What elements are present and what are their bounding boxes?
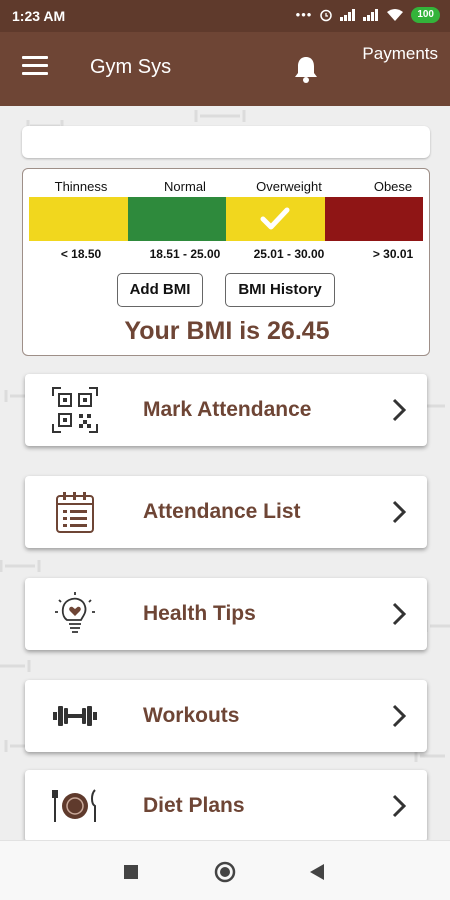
menu-item-workouts[interactable]: Workouts: [25, 680, 427, 752]
status-time: 1:23 AM: [12, 8, 66, 24]
battery-indicator: 100: [411, 7, 440, 23]
bmi-history-button[interactable]: BMI History: [225, 273, 335, 307]
info-card: [22, 126, 430, 158]
bmi-segment-overweight: [226, 197, 325, 241]
menu-item-diet-plans[interactable]: Diet Plans: [25, 770, 427, 840]
bmi-segment-normal: [127, 197, 226, 241]
calendar-list-icon: [56, 492, 94, 533]
bmi-label-overweight: Overweight: [256, 179, 322, 194]
plate-fork-knife-icon: [52, 789, 96, 822]
bmi-segment-obese: [324, 197, 423, 241]
bmi-range-thinness: < 18.50: [60, 247, 102, 261]
back-triangle-icon[interactable]: [310, 864, 324, 880]
recents-square-icon[interactable]: [124, 865, 138, 879]
app-title: Gym Sys: [90, 56, 172, 78]
menu-label: Health Tips: [143, 602, 256, 625]
menu-item-attendance-list[interactable]: Attendance List: [25, 476, 427, 548]
menu-label: Attendance List: [143, 500, 301, 523]
bmi-category-labels: Thinness Normal Overweight Obese: [29, 179, 423, 195]
bmi-range-overweight: 25.01 - 30.00: [253, 247, 325, 261]
bmi-range-obese: > 30.01: [372, 247, 414, 261]
chevron-right-icon: [392, 794, 407, 818]
signal-icon: [340, 9, 356, 21]
bmi-label-normal: Normal: [164, 179, 206, 194]
lightbulb-heart-icon: [55, 592, 95, 633]
bmi-label-obese: Obese: [373, 179, 413, 194]
bmi-result: Your BMI is 26.45: [124, 317, 330, 345]
bmi-range-normal: 18.51 - 25.00: [149, 247, 221, 261]
payments-link[interactable]: Payments: [362, 44, 438, 64]
notification-dots: •••: [295, 7, 313, 22]
chevron-right-icon: [392, 500, 407, 524]
alarm-icon: [320, 9, 333, 22]
bmi-card: Thinness Normal Overweight Obese < 18.50…: [22, 168, 430, 356]
notification-bell-icon[interactable]: [292, 54, 320, 84]
app-bar: Gym Sys Payments: [0, 32, 450, 106]
chevron-right-icon: [392, 704, 407, 728]
home-circle-icon[interactable]: [214, 861, 236, 883]
qr-code-icon: [52, 387, 98, 433]
bmi-segment-thinness: [29, 197, 128, 241]
status-bar: 1:23 AM ••• 100: [0, 0, 450, 32]
checkmark-icon: [260, 207, 290, 230]
bmi-range-labels: < 18.50 18.51 - 25.00 25.01 - 30.00 > 30…: [29, 247, 423, 261]
system-navigation-bar: [0, 840, 450, 900]
bmi-scale-bar: [29, 197, 423, 241]
volte-signal-icon: [363, 9, 379, 21]
menu-item-health-tips[interactable]: Health Tips: [25, 578, 427, 650]
dumbbell-icon: [53, 706, 97, 726]
main-content: Thinness Normal Overweight Obese < 18.50…: [0, 106, 450, 840]
bmi-label-thinness: Thinness: [54, 179, 108, 194]
chevron-right-icon: [392, 602, 407, 626]
menu-item-mark-attendance[interactable]: Mark Attendance: [25, 374, 427, 446]
menu-icon[interactable]: [22, 56, 48, 78]
menu-label: Diet Plans: [143, 794, 245, 817]
chevron-right-icon: [392, 398, 407, 422]
menu-label: Mark Attendance: [143, 398, 312, 421]
add-bmi-button[interactable]: Add BMI: [117, 273, 203, 307]
wifi-icon: [387, 8, 404, 21]
menu-label: Workouts: [143, 704, 240, 727]
status-icons: ••• 100: [296, 7, 440, 23]
